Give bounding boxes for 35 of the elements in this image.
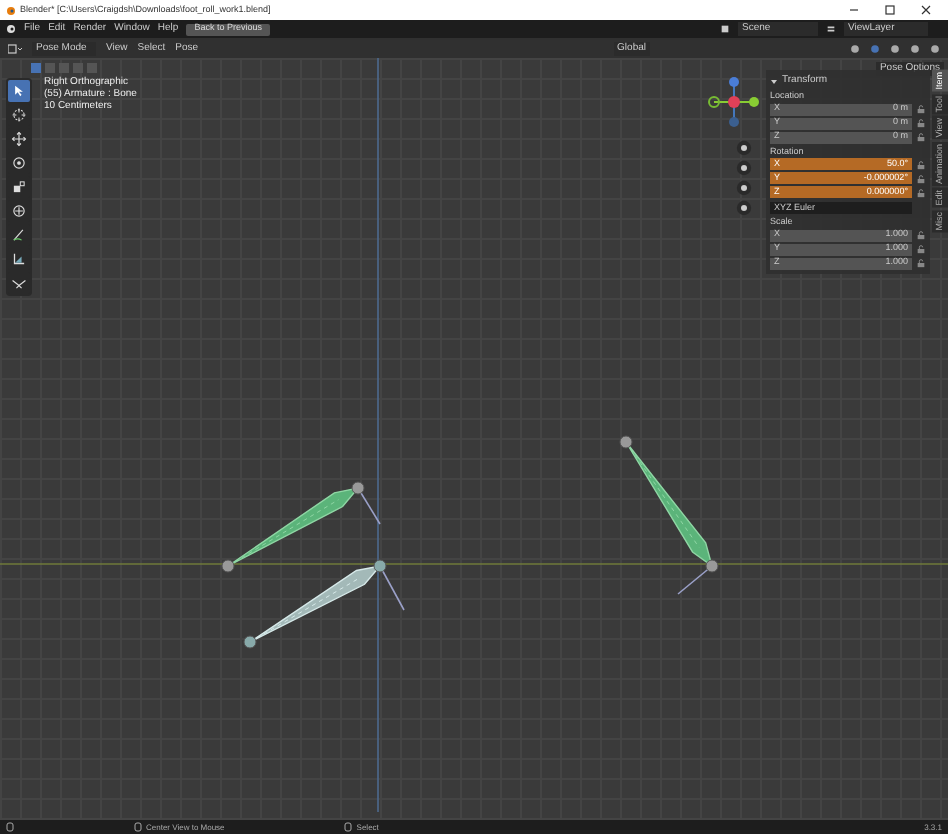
lock-icon[interactable] [916,187,926,197]
lock-icon[interactable] [916,104,926,114]
tool-button[interactable] [8,248,30,270]
cursor-icon [10,106,28,124]
move-icon [10,130,28,148]
caret-icon[interactable] [770,77,778,85]
transform-icon [10,202,28,220]
bone-drawing[interactable] [221,481,381,573]
bone-drawing[interactable] [243,559,405,649]
scene-icon [720,24,730,34]
close-icon[interactable] [920,4,932,16]
bone-drawing[interactable] [619,435,719,595]
lock-icon[interactable] [916,132,926,142]
lock-icon[interactable] [916,230,926,240]
lock-icon[interactable] [916,159,926,169]
editor-type-icon[interactable] [8,43,22,53]
roll-icon [10,274,28,292]
select-icon [10,82,28,100]
mouse-icon [344,822,353,832]
annotate-icon [10,226,28,244]
measure-icon [10,250,28,268]
mouse-icon [134,822,142,832]
lock-icon[interactable] [916,244,926,254]
navigation-gizmo-icon[interactable] [704,72,764,132]
tool-button[interactable] [8,80,30,102]
mouse-icon [6,822,14,832]
view-layer-icon [826,24,836,34]
minimize-icon[interactable] [848,4,860,16]
lock-icon[interactable] [916,118,926,128]
tool-button[interactable] [8,104,30,126]
lock-icon[interactable] [916,258,926,268]
lock-icon[interactable] [916,173,926,183]
rotate-icon [10,154,28,172]
scale-icon [10,178,28,196]
maximize-icon[interactable] [884,4,896,16]
